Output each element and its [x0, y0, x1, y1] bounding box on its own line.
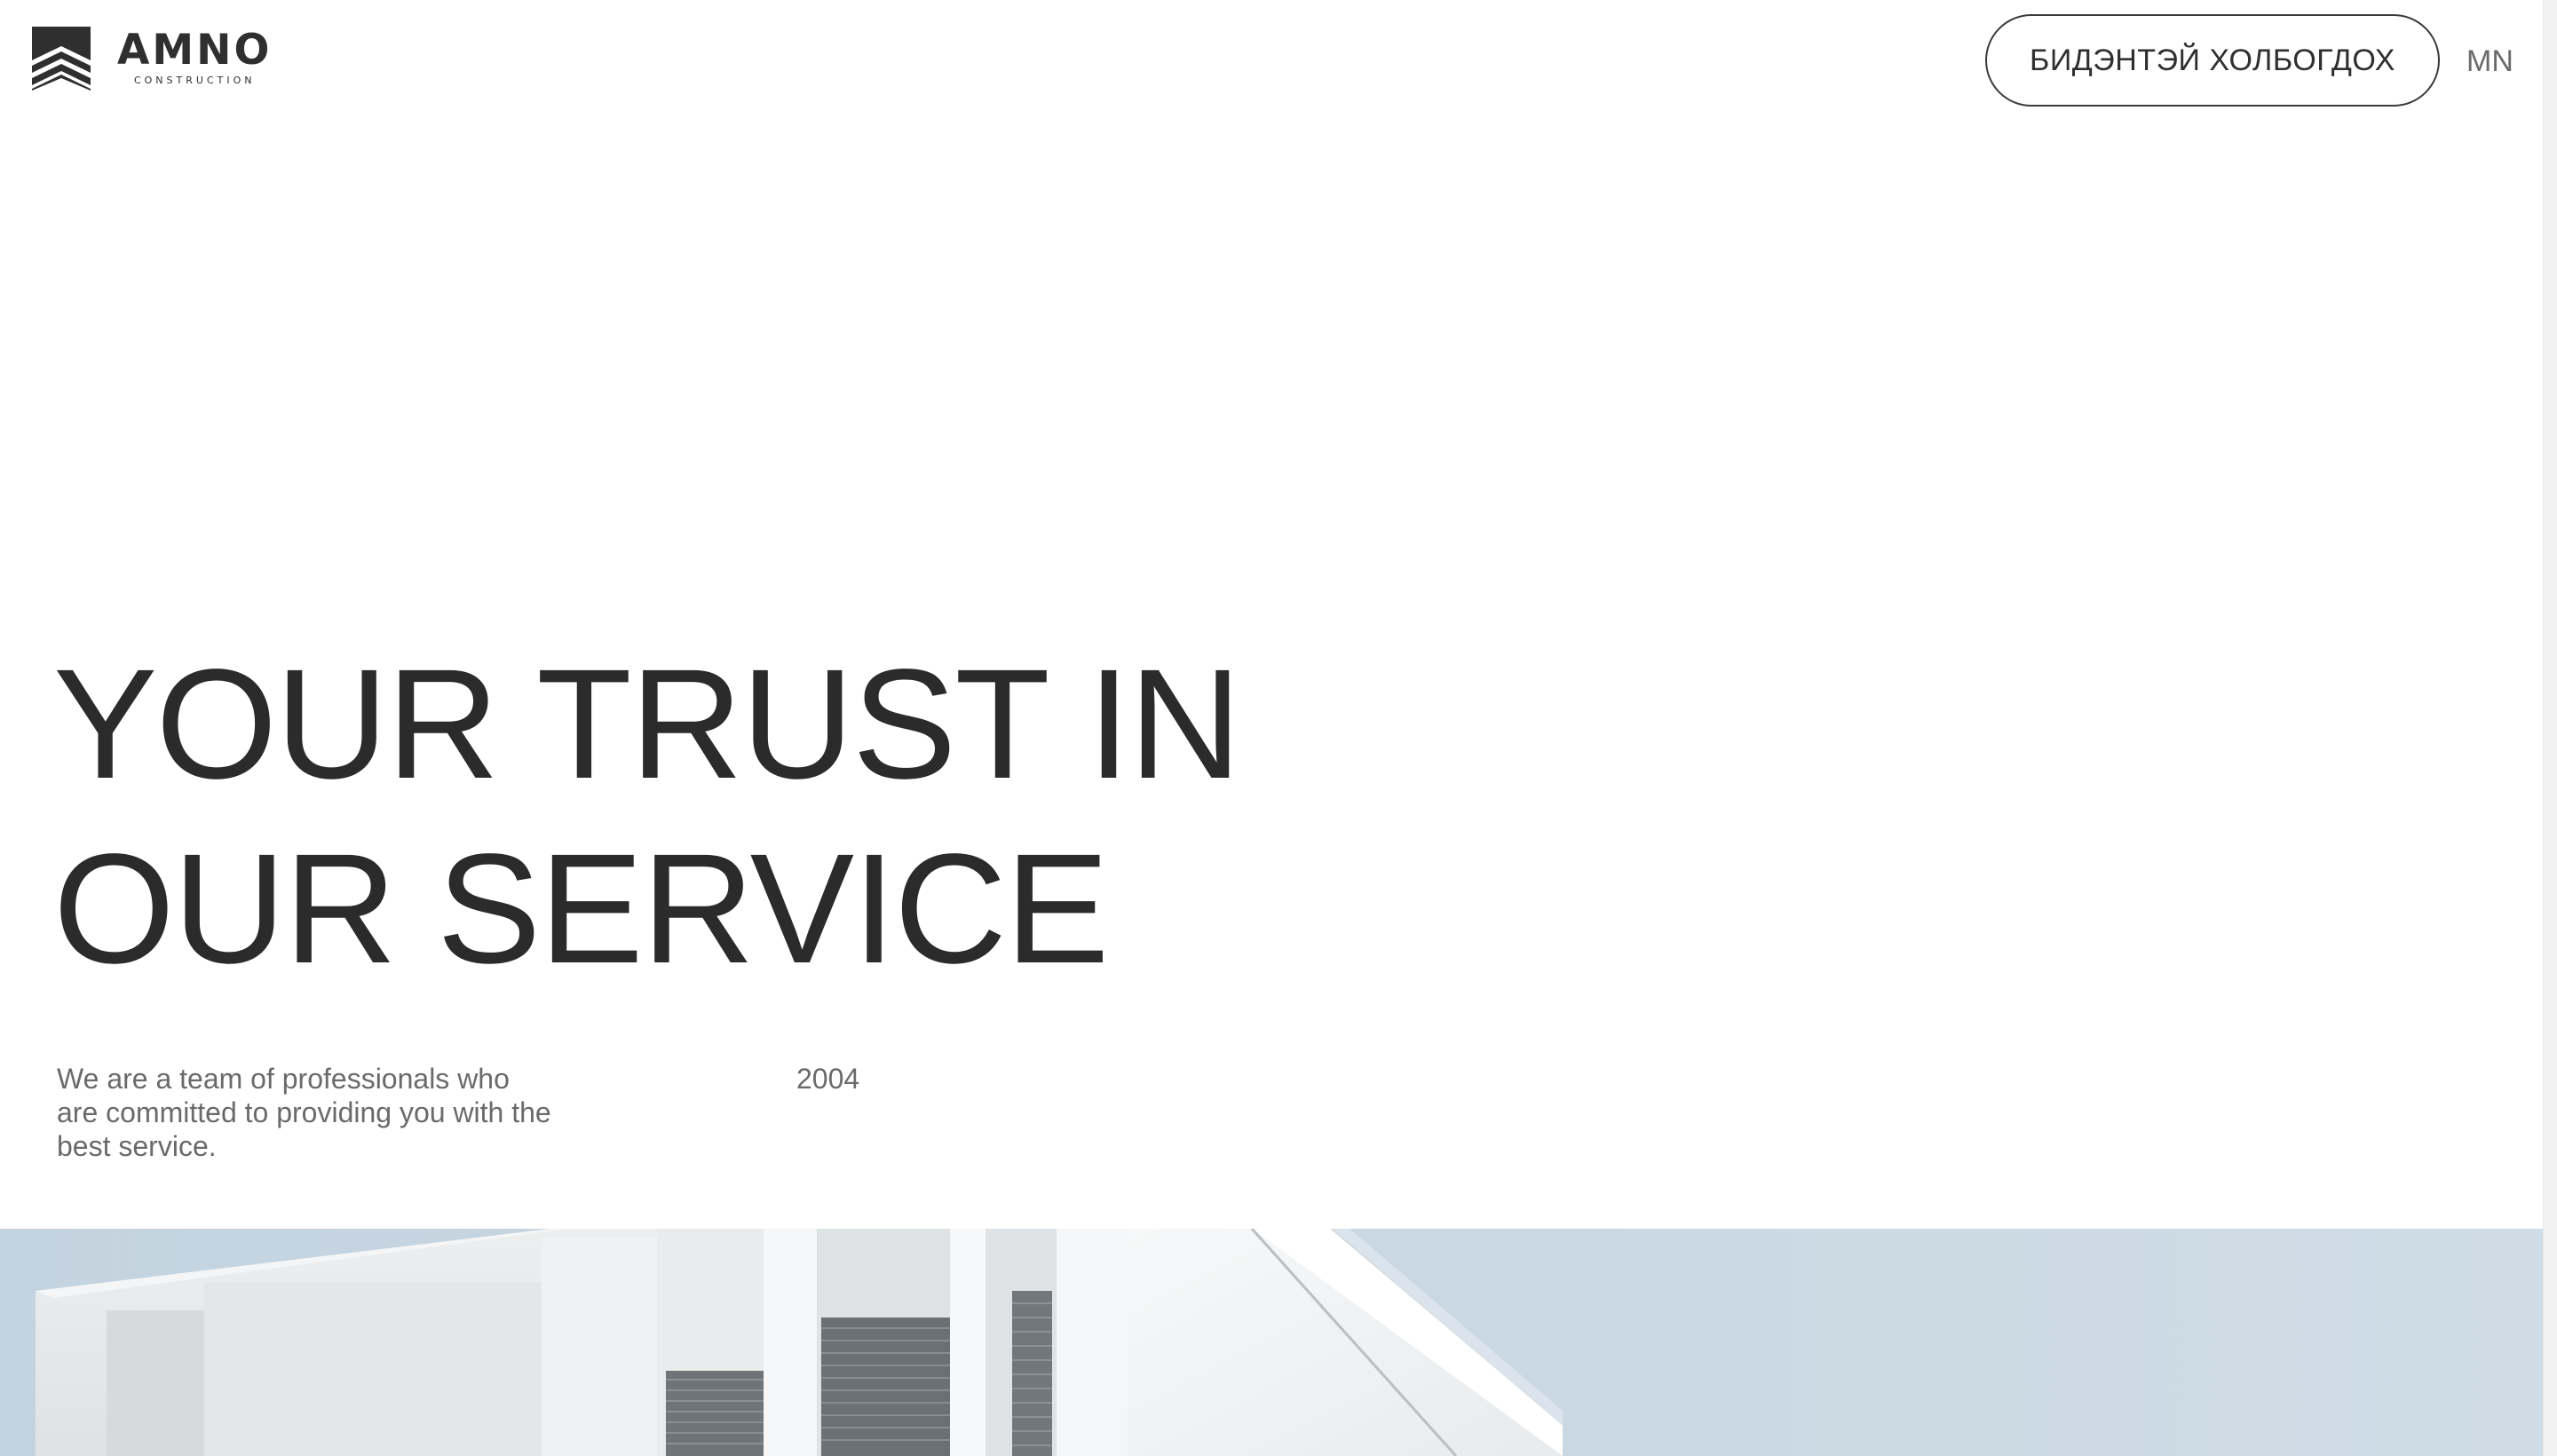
scrollbar-thumb[interactable] — [2546, 0, 2555, 1456]
page: AMNO CONSTRUCTION БИДЭНТЭЙ ХОЛБОГДОХ MN … — [0, 0, 2557, 1456]
logo-icon — [32, 27, 91, 91]
language-switcher[interactable]: MN — [2466, 39, 2513, 83]
building-facade-image — [0, 1229, 2543, 1456]
site-header: AMNO CONSTRUCTION БИДЭНТЭЙ ХОЛБОГДОХ MN — [0, 0, 2543, 124]
contact-us-button[interactable]: БИДЭНТЭЙ ХОЛБОГДОХ — [1985, 14, 2440, 107]
site-logo[interactable]: AMNO CONSTRUCTION — [32, 27, 272, 94]
logo-wordmark: AMNO CONSTRUCTION — [117, 27, 272, 88]
hero-title: YOUR TRUST IN OUR SERVICE — [53, 632, 1242, 1001]
vertical-scrollbar[interactable] — [2543, 0, 2557, 1456]
founded-year: 2004 — [796, 1063, 860, 1095]
logo-tagline: CONSTRUCTION — [133, 75, 256, 86]
hero-title-line-1: YOUR TRUST IN — [53, 637, 1242, 811]
hero-title-line-2: OUR SERVICE — [53, 822, 1109, 996]
logo-name: AMNO — [117, 26, 273, 75]
building-photo-illustration — [0, 1229, 2543, 1456]
hero-description: We are a team of professionals who are c… — [57, 1063, 551, 1162]
